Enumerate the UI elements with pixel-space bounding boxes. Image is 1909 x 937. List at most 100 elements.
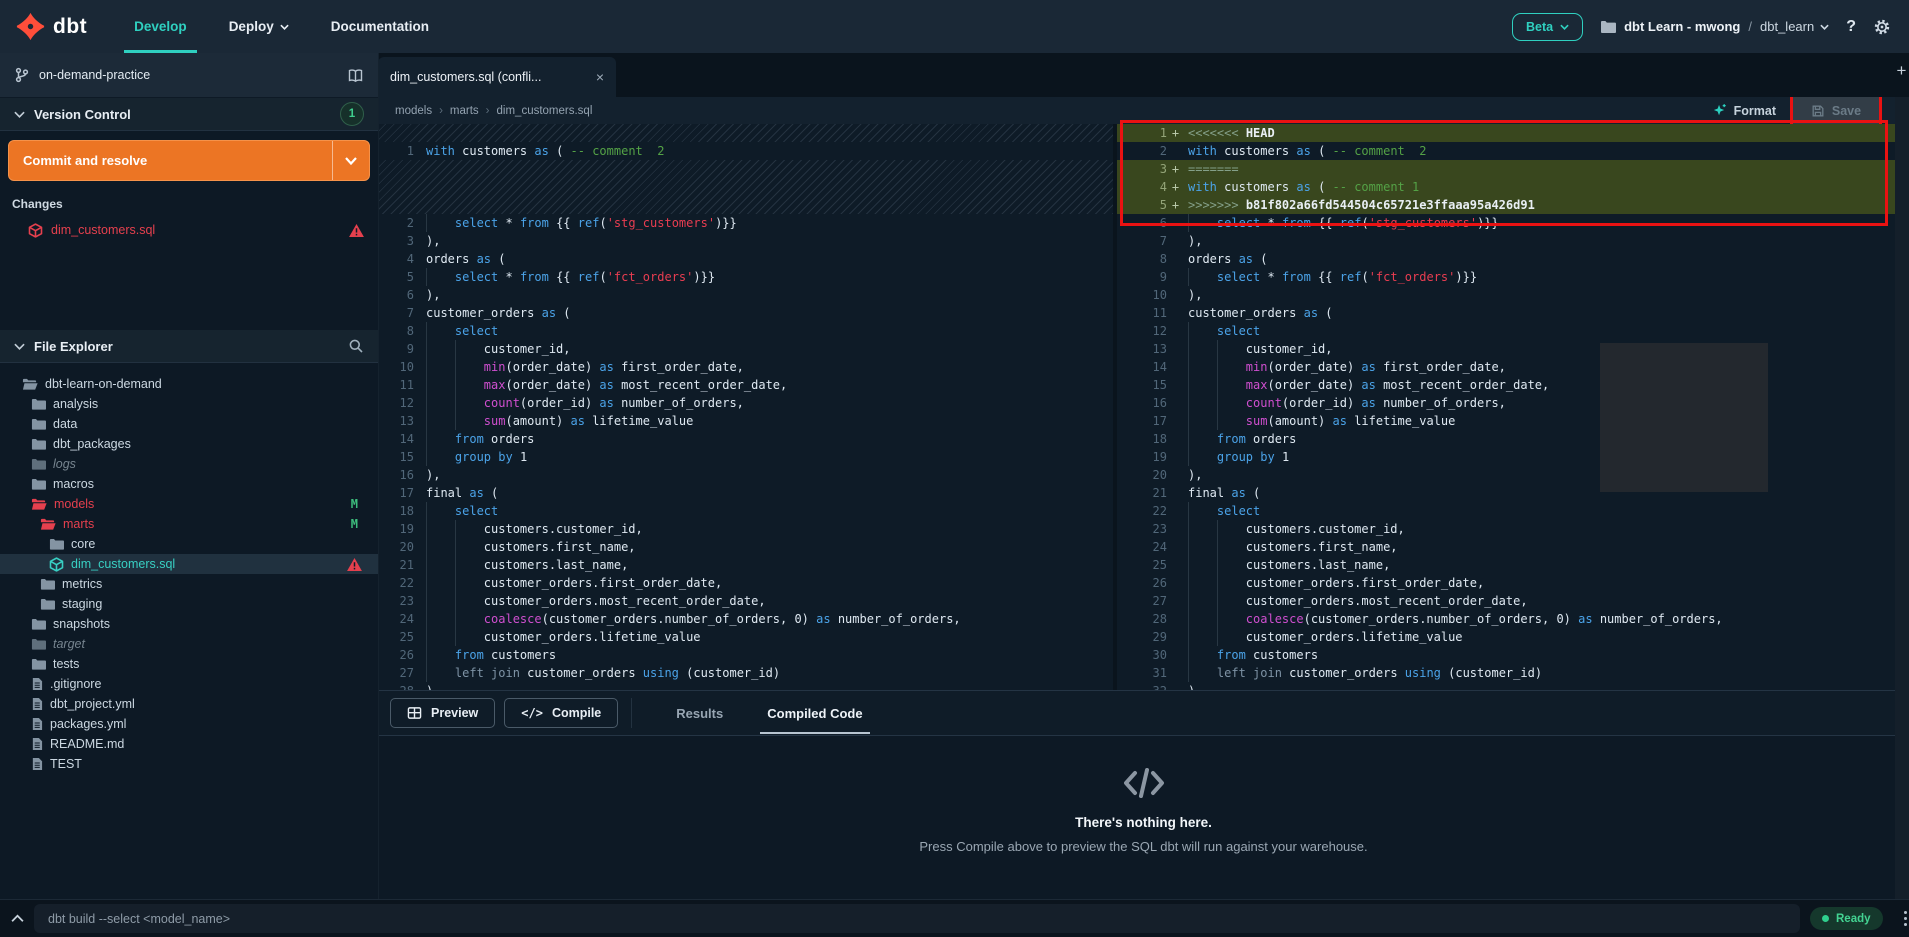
tab-compiled-code[interactable]: Compiled Code	[767, 706, 862, 721]
commit-button-label: Commit and resolve	[9, 141, 332, 180]
nav-item-develop[interactable]: Develop	[134, 0, 187, 53]
code-line: 8 select	[378, 322, 1113, 340]
code-line: 25 customers.last_name,	[1117, 556, 1895, 574]
tree-item-core[interactable]: core	[0, 534, 378, 554]
editor-modified-pane[interactable]: 1+<<<<<<< HEAD2with customers as ( -- co…	[1117, 124, 1895, 690]
tree-item-packages-yml[interactable]: packages.yml	[0, 714, 378, 734]
breadcrumb-items: models › marts › dim_customers.sql	[395, 105, 592, 117]
changed-file-row[interactable]: dim_customers.sql	[0, 218, 378, 242]
code-line: 12 count(order_id) as number_of_orders,	[378, 394, 1113, 412]
tree-item-label: README.md	[50, 737, 124, 751]
diff-void-zone	[378, 160, 1113, 214]
nav-items: Develop Deploy Documentation	[113, 0, 450, 53]
file-icon	[31, 717, 43, 731]
code-line: 4orders as (	[378, 250, 1113, 268]
kebab-menu-icon[interactable]	[1904, 911, 1907, 926]
tree-item-tests[interactable]: tests	[0, 654, 378, 674]
preview-button[interactable]: Preview	[390, 698, 495, 728]
results-panel-header: Preview </> Compile Results Compiled Code	[378, 690, 1909, 736]
breadcrumb-item[interactable]: dim_customers.sql	[497, 105, 593, 117]
tree-item-data[interactable]: data	[0, 414, 378, 434]
file-explorer-header[interactable]: File Explorer	[0, 330, 378, 363]
nav-item-deploy[interactable]: Deploy	[229, 0, 289, 53]
tree-item-metrics[interactable]: metrics	[0, 574, 378, 594]
dbt-logo[interactable]: dbt	[0, 12, 113, 41]
compile-button[interactable]: </> Compile	[504, 698, 618, 728]
breadcrumb-separator: ›	[439, 105, 443, 117]
tree-item-dbt-project-yml[interactable]: dbt_project.yml	[0, 694, 378, 714]
close-icon[interactable]: ×	[596, 69, 604, 85]
file-icon	[31, 737, 43, 751]
commit-dropdown-chevron[interactable]	[332, 141, 369, 180]
save-button[interactable]: Save	[1811, 104, 1861, 118]
project-selector[interactable]: dbt Learn - mwong / dbt_learn	[1600, 19, 1829, 34]
help-icon[interactable]: ?	[1846, 18, 1856, 36]
breadcrumb-item[interactable]: models	[395, 105, 432, 117]
search-icon[interactable]	[348, 338, 364, 354]
code-line: 13 customer_id,	[1117, 340, 1895, 358]
tree-item-readme-md[interactable]: README.md	[0, 734, 378, 754]
gear-icon[interactable]	[1873, 18, 1891, 36]
ready-dot-icon	[1822, 915, 1829, 922]
tree-item-staging[interactable]: staging	[0, 594, 378, 614]
breadcrumb-item[interactable]: marts	[450, 105, 479, 117]
code-line: 22 customer_orders.first_order_date,	[378, 574, 1113, 592]
editor-tab[interactable]: dim_customers.sql (confli... ×	[378, 57, 616, 97]
tree-item-dbt-learn-on-demand[interactable]: dbt-learn-on-demand	[0, 374, 378, 394]
tree-item-marts[interactable]: martsM	[0, 514, 378, 534]
tree-item-label: dim_customers.sql	[71, 557, 175, 571]
breadcrumb-separator: ›	[486, 105, 490, 117]
chevron-up-icon[interactable]	[0, 914, 34, 923]
code-line: 5+>>>>>>> b81f802a66fd544504c65721e3ffaa…	[1117, 196, 1895, 214]
file-explorer: File Explorer dbt-learn-on-demandanalysi…	[0, 330, 378, 900]
code-line: 16),	[378, 466, 1113, 484]
tree-item-test[interactable]: TEST	[0, 754, 378, 774]
code-line: 24 customers.first_name,	[1117, 538, 1895, 556]
breadcrumb: models › marts › dim_customers.sql Format	[378, 97, 1895, 124]
command-input[interactable]	[34, 904, 1800, 933]
code-line: 23 customers.customer_id,	[1117, 520, 1895, 538]
editor-scrollbar[interactable]	[1895, 53, 1909, 900]
new-tab-button[interactable]: +	[1895, 61, 1908, 81]
folder-icon	[31, 417, 46, 431]
tree-item-logs[interactable]: logs	[0, 454, 378, 474]
code-line: 27 customer_orders.most_recent_order_dat…	[1117, 592, 1895, 610]
folder-open-icon	[22, 377, 38, 391]
format-button[interactable]: Format	[1712, 103, 1776, 118]
code-line: 6 select * from {{ ref('stg_customers')}…	[1117, 214, 1895, 232]
changed-file-name: dim_customers.sql	[51, 223, 341, 237]
tree-item-dbt-packages[interactable]: dbt_packages	[0, 434, 378, 454]
code-line: 20),	[1117, 466, 1895, 484]
tree-item-label: dbt_project.yml	[50, 697, 135, 711]
tree-item-macros[interactable]: macros	[0, 474, 378, 494]
chevron-down-icon	[14, 343, 25, 350]
git-branch-icon	[14, 67, 29, 83]
file-explorer-title: File Explorer	[34, 339, 339, 354]
tree-item-snapshots[interactable]: snapshots	[0, 614, 378, 634]
code-line: 2with customers as ( -- comment 2	[1117, 142, 1895, 160]
tree-item-target[interactable]: target	[0, 634, 378, 654]
code-line: 11 max(order_date) as most_recent_order_…	[378, 376, 1113, 394]
tree-item-dim-customers-sql[interactable]: dim_customers.sql	[0, 554, 378, 574]
git-branch-selector[interactable]: on-demand-practice	[0, 53, 378, 98]
book-icon[interactable]	[347, 68, 364, 83]
empty-state-title: There's nothing here.	[1075, 815, 1212, 830]
version-control-title: Version Control	[34, 107, 331, 122]
tree-item-label: snapshots	[53, 617, 110, 631]
folder-icon	[31, 437, 46, 451]
tree-item-label: data	[53, 417, 77, 431]
tree-item-analysis[interactable]: analysis	[0, 394, 378, 414]
tab-results[interactable]: Results	[676, 706, 723, 721]
editor-original-pane[interactable]: 1with customers as ( -- comment 22 selec…	[378, 124, 1113, 690]
beta-dropdown[interactable]: Beta	[1512, 13, 1583, 41]
model-cube-icon	[28, 223, 43, 238]
code-line: 2 select * from {{ ref('stg_customers')}…	[378, 214, 1113, 232]
brand-name: dbt	[53, 15, 87, 39]
version-control-header[interactable]: Version Control 1	[0, 98, 378, 131]
commit-and-resolve-button[interactable]: Commit and resolve	[8, 140, 370, 181]
tree-item-models[interactable]: modelsM	[0, 494, 378, 514]
nav-item-documentation[interactable]: Documentation	[331, 0, 429, 53]
model-icon	[49, 557, 64, 572]
tree-item--gitignore[interactable]: .gitignore	[0, 674, 378, 694]
preview-table-icon	[407, 706, 422, 720]
